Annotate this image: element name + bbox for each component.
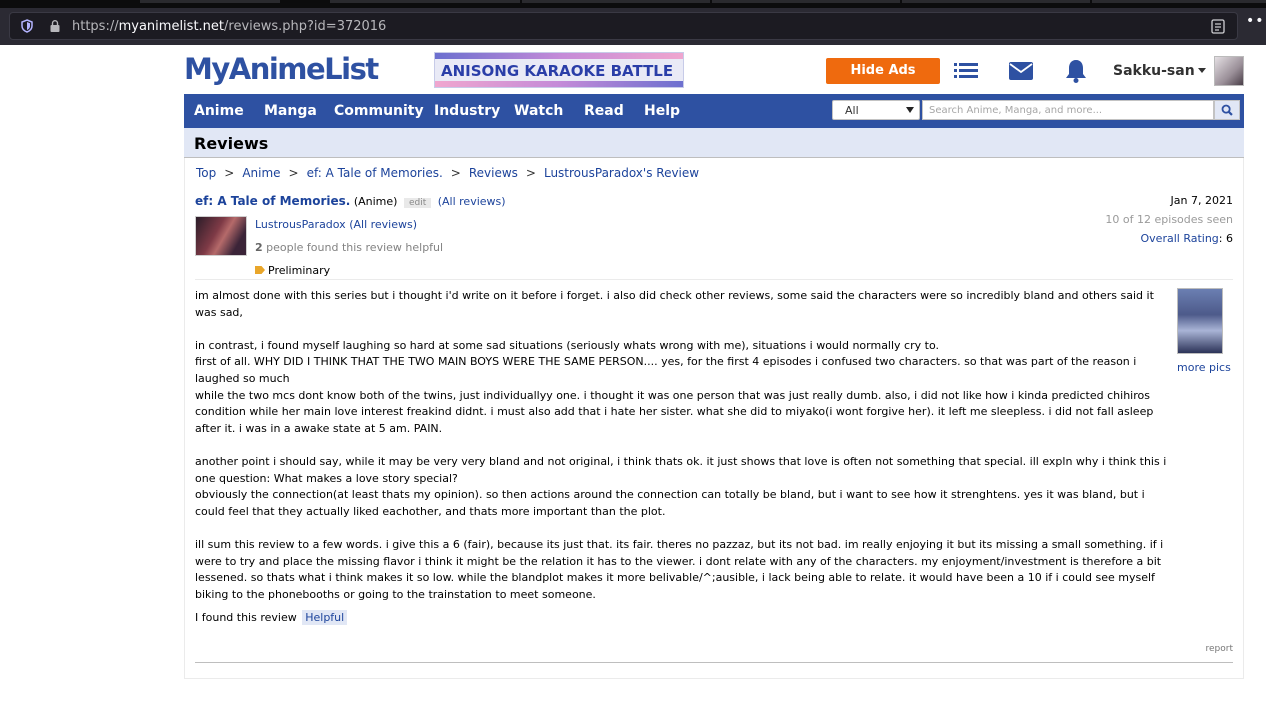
- lock-icon[interactable]: [48, 19, 62, 33]
- review-paragraph: while the two mcs dont know both of the …: [195, 388, 1154, 435]
- page-header: Reviews: [184, 128, 1244, 158]
- nav-industry[interactable]: Industry: [434, 103, 500, 119]
- notification-bell-icon[interactable]: [1063, 58, 1089, 84]
- review-paragraph: in contrast, i found myself laughing so …: [195, 338, 939, 352]
- edit-button[interactable]: edit: [403, 198, 432, 208]
- nav-read[interactable]: Read: [584, 103, 624, 119]
- reader-view-icon[interactable]: [1211, 19, 1225, 34]
- tab[interactable]: [330, 0, 520, 3]
- username-menu[interactable]: Sakku-san: [1113, 63, 1195, 79]
- breadcrumb-anime-title[interactable]: ef: A Tale of Memories.: [307, 166, 443, 180]
- preliminary-label: Preliminary: [268, 264, 331, 277]
- breadcrumb: Top > Anime > ef: A Tale of Memories. > Review…: [196, 166, 699, 180]
- search-type-value: All: [845, 104, 859, 117]
- tab[interactable]: [902, 0, 1090, 3]
- browser-tabstrip: [0, 0, 1266, 8]
- nav-watch[interactable]: Watch: [514, 103, 563, 119]
- nav-manga[interactable]: Manga: [264, 103, 317, 119]
- review-date: Jan 7, 2021: [1170, 194, 1233, 207]
- breadcrumb-current[interactable]: LustrousParadox's Review: [544, 166, 699, 180]
- browser-toolbar: https://myanimelist.net/reviews.php?id=3…: [0, 8, 1266, 45]
- overall-rating: Overall Rating: 6: [1141, 232, 1233, 245]
- overall-rating-label[interactable]: Overall Rating: [1141, 232, 1219, 245]
- user-avatar[interactable]: [1214, 56, 1244, 86]
- review-paragraph: obviously the connection(at least thats …: [195, 488, 1145, 518]
- search-type-select[interactable]: All: [832, 100, 920, 120]
- reviewer-all-reviews-link[interactable]: (All reviews): [349, 218, 417, 231]
- search-input[interactable]: Search Anime, Manga, and more...: [922, 100, 1214, 120]
- helpful-count-text: people found this review helpful: [262, 241, 444, 254]
- helpful-button[interactable]: Helpful: [302, 610, 348, 625]
- anime-cover-image[interactable]: [1177, 288, 1223, 354]
- list-icon[interactable]: [953, 58, 979, 84]
- overall-rating-value: : 6: [1218, 232, 1233, 245]
- nav-help[interactable]: Help: [644, 103, 680, 119]
- divider: [195, 279, 1233, 280]
- shield-icon[interactable]: [20, 19, 34, 33]
- banner-text: ANISONG KARAOKE BATTLE: [441, 62, 674, 80]
- hide-ads-button[interactable]: Hide Ads: [826, 58, 940, 84]
- divider: [195, 662, 1233, 663]
- page-title: Reviews: [194, 134, 269, 153]
- preliminary-tag: Preliminary: [255, 264, 330, 277]
- chevron-down-icon[interactable]: [1198, 68, 1206, 73]
- tag-icon: [255, 266, 265, 274]
- report-link[interactable]: report: [1206, 644, 1234, 654]
- review-paragraph: im almost done with this series but i th…: [195, 289, 1154, 319]
- more-pics-link[interactable]: more pics: [1177, 361, 1231, 374]
- review-paragraph: first of all. WHY DID I THINK THAT THE T…: [195, 355, 1137, 385]
- search-icon[interactable]: [1214, 100, 1240, 120]
- tab[interactable]: [712, 0, 900, 3]
- anime-type-label: (Anime): [353, 195, 398, 208]
- banner-stripe: [435, 53, 683, 59]
- breadcrumb-top[interactable]: Top: [196, 166, 216, 180]
- anime-all-reviews-link[interactable]: (All reviews): [438, 195, 506, 208]
- anime-title-link[interactable]: ef: A Tale of Memories.: [195, 194, 350, 208]
- nav-community[interactable]: Community: [334, 103, 424, 119]
- breadcrumb-reviews[interactable]: Reviews: [469, 166, 518, 180]
- more-menu-icon[interactable]: •••: [1246, 14, 1266, 30]
- review-text: im almost done with this series but i th…: [195, 288, 1175, 603]
- helpful-count: 2 people found this review helpful: [255, 241, 443, 254]
- helpful-count-number: 2: [255, 241, 263, 254]
- ad-banner[interactable]: ANISONG KARAOKE BATTLE: [434, 52, 684, 88]
- site-logo[interactable]: MyAnimeList: [184, 52, 379, 86]
- breadcrumb-separator: >: [450, 166, 461, 180]
- breadcrumb-separator: >: [288, 166, 299, 180]
- helpful-vote: I found this review Helpful: [195, 610, 348, 625]
- breadcrumb-separator: >: [525, 166, 536, 180]
- url-bar[interactable]: https://myanimelist.net/reviews.php?id=3…: [9, 12, 1238, 40]
- review-anime-header: ef: A Tale of Memories. (Anime) edit (Al…: [195, 194, 506, 208]
- breadcrumb-separator: >: [224, 166, 235, 180]
- tab[interactable]: [1092, 0, 1266, 3]
- url-text[interactable]: https://myanimelist.net/reviews.php?id=3…: [72, 19, 386, 34]
- banner-stripe: [435, 81, 683, 87]
- reviewer-avatar[interactable]: [195, 216, 247, 256]
- reviewer-info: LustrousParadox (All reviews): [255, 218, 417, 231]
- found-review-label: I found this review: [195, 611, 297, 624]
- tab[interactable]: [140, 0, 280, 3]
- mail-icon[interactable]: [1008, 58, 1034, 84]
- breadcrumb-anime[interactable]: Anime: [242, 166, 280, 180]
- reviewer-name-link[interactable]: LustrousParadox: [255, 218, 346, 231]
- tab[interactable]: [522, 0, 710, 3]
- episodes-seen: 10 of 12 episodes seen: [1105, 213, 1233, 226]
- review-paragraph: another point i should say, while it may…: [195, 454, 1167, 485]
- review-paragraph: ill sum this review to a few words. i gi…: [195, 537, 1164, 601]
- chevron-down-icon: [906, 107, 914, 113]
- nav-anime[interactable]: Anime: [194, 103, 244, 119]
